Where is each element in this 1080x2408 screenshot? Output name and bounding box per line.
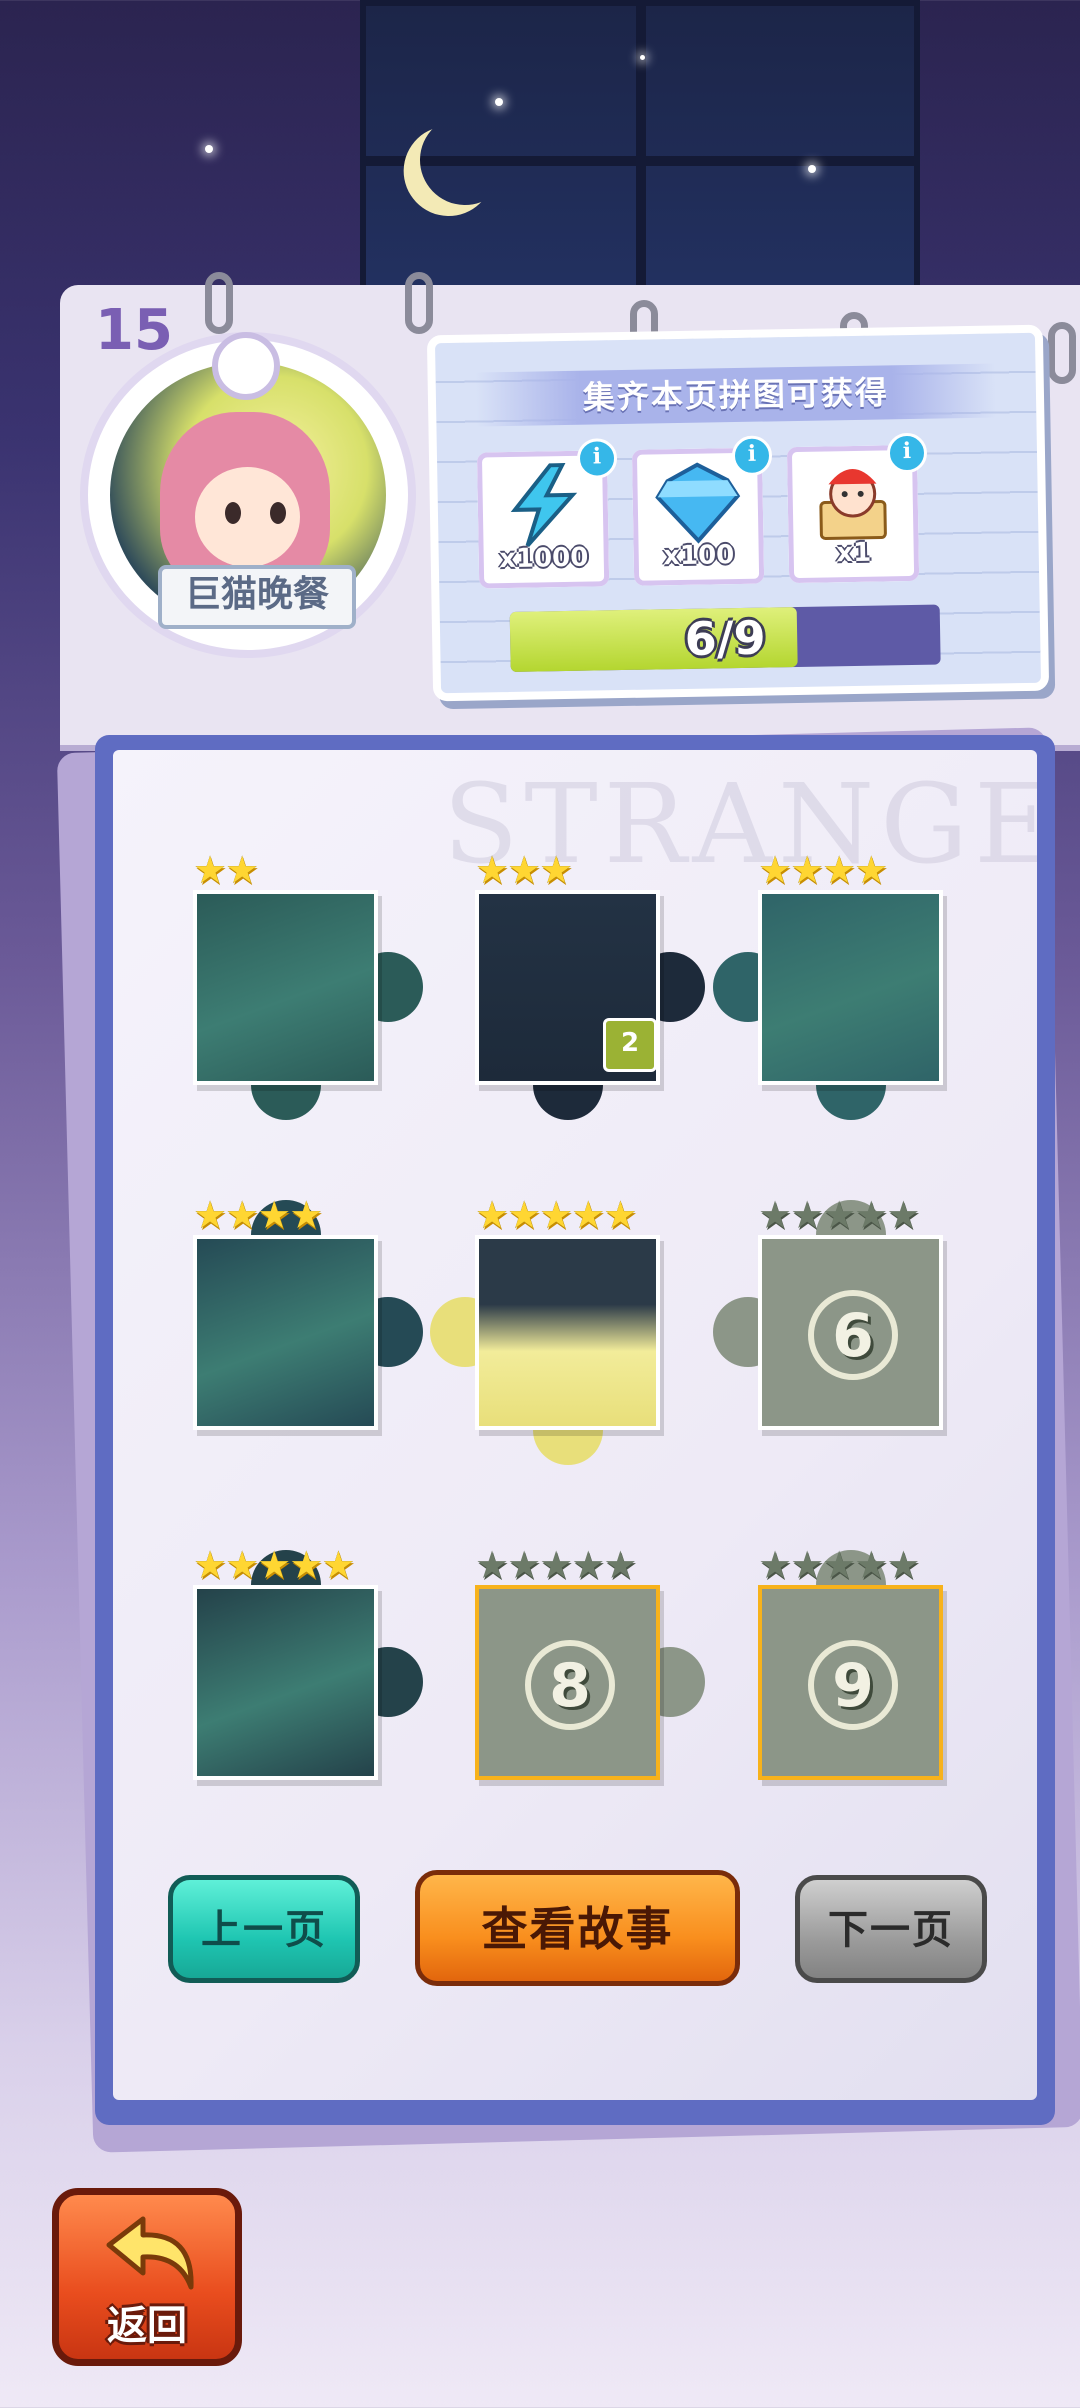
star-icon: ★ [225,1193,260,1237]
star-icon: ★ [507,1193,542,1237]
piece-image [193,1585,378,1780]
star-icon: ★ [539,1543,574,1587]
puzzle-piece-8[interactable]: ★★★★★ 8 [475,1545,705,1780]
binder-ring [1048,322,1076,384]
jester-character-icon [819,469,887,540]
star-icon: ★ [289,1543,324,1587]
puzzle-piece-1[interactable]: ★★ [193,850,423,1120]
star-rating: ★★★★★ [475,1193,638,1237]
reward-panel: 集齐本页拼图可获得 x1000 i x100 i x1 i 6/9 [426,324,1050,702]
star-icon: ★ [758,848,793,892]
star-icon: ★ [507,848,542,892]
star-icon: ★ [854,1543,889,1587]
star-sparkle [640,55,645,60]
piece-image [758,890,943,1085]
binder-ring [405,272,433,334]
next-page-button[interactable]: 下一页 [795,1875,987,1983]
star-icon: ★ [321,1543,356,1587]
puzzle-piece-7[interactable]: ★★★★★ [193,1545,423,1780]
star-icon: ★ [854,848,889,892]
star-icon: ★ [507,1543,542,1587]
reward-item-diamond[interactable]: x100 i [631,435,773,586]
star-icon: ★ [225,1543,260,1587]
star-icon: ★ [257,1193,292,1237]
star-icon: ★ [539,1193,574,1237]
star-icon: ★ [822,1193,857,1237]
back-label: 返回 [107,2303,187,2349]
collection-progress-bar: 6/9 [509,604,941,672]
star-rating: ★★ [193,848,260,892]
star-rating: ★★★★★ [758,1543,921,1587]
star-icon: ★ [886,1193,921,1237]
reward-quantity: x1000 [498,542,589,575]
reward-quantity: x100 [662,540,735,572]
puzzle-piece-2[interactable]: ★★★ 2 [475,850,705,1120]
star-icon: ★ [758,1543,793,1587]
star-icon: ★ [539,848,574,892]
info-icon[interactable]: i [731,435,773,477]
star-sparkle [205,145,213,153]
star-icon: ★ [475,1543,510,1587]
locked-piece-number: 8 [525,1640,615,1730]
star-rating: ★★★★★ [475,1543,638,1587]
star-icon: ★ [475,848,510,892]
binder-ring [205,272,233,334]
star-rating: ★★★★ [193,1193,324,1237]
piece-image [193,890,378,1085]
prev-page-button[interactable]: 上一页 [168,1875,360,1983]
lightning-icon [510,463,578,548]
star-icon: ★ [571,1543,606,1587]
puzzle-piece-6[interactable]: ★★★★★ 6 [713,1195,943,1430]
piece-count-badge: 2 [603,1018,657,1072]
back-button[interactable]: 返回 [52,2188,242,2366]
puzzle-piece-9[interactable]: ★★★★★ 9 [758,1545,943,1780]
puzzle-piece-3[interactable]: ★★★★ [713,850,943,1120]
chapter-title: 巨猫晚餐 [158,565,356,629]
star-icon: ★ [257,1543,292,1587]
star-rating: ★★★★★ [758,1193,921,1237]
reward-title: 集齐本页拼图可获得 [475,363,997,427]
star-sparkle [808,165,816,173]
star-icon: ★ [758,1193,793,1237]
reward-item-energy[interactable]: x1000 i [476,438,618,589]
info-icon[interactable]: i [886,432,928,474]
reward-item-character[interactable]: x1 i [786,432,928,584]
star-icon: ★ [603,1193,638,1237]
star-icon: ★ [475,1193,510,1237]
star-icon: ★ [886,1543,921,1587]
locked-piece-number: 9 [808,1640,898,1730]
back-arrow-icon [106,2216,194,2290]
star-rating: ★★★★ [758,848,889,892]
star-icon: ★ [193,848,228,892]
piece-image [193,1235,378,1430]
locked-piece-number: 6 [808,1290,898,1380]
star-icon: ★ [854,1193,889,1237]
star-sparkle [495,98,503,106]
diamond-icon [655,462,741,544]
puzzle-piece-4[interactable]: ★★★★ [193,1195,423,1430]
piece-image [475,1235,660,1430]
star-icon: ★ [790,1543,825,1587]
star-icon: ★ [603,1543,638,1587]
star-icon: ★ [822,848,857,892]
progress-label: 6/9 [684,610,767,666]
star-icon: ★ [193,1543,228,1587]
star-icon: ★ [225,848,260,892]
star-rating: ★★★ [475,848,574,892]
star-icon: ★ [790,1193,825,1237]
chapter-avatar-badge[interactable]: 巨猫晚餐 [88,332,408,670]
clip-ring-icon [212,332,280,400]
star-icon: ★ [289,1193,324,1237]
star-rating: ★★★★★ [193,1543,356,1587]
star-icon: ★ [193,1193,228,1237]
info-icon[interactable]: i [576,438,618,479]
puzzle-piece-5[interactable]: ★★★★★ [430,1195,660,1465]
star-icon: ★ [571,1193,606,1237]
star-icon: ★ [790,848,825,892]
reward-quantity: x1 [836,537,872,569]
view-story-button[interactable]: 查看故事 [415,1870,740,1986]
star-icon: ★ [822,1543,857,1587]
